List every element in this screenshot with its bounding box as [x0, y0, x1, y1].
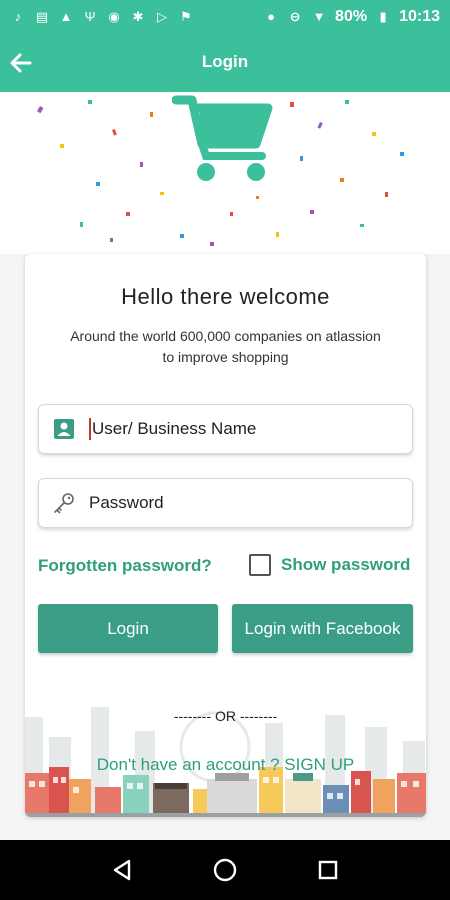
show-password-checkbox[interactable]: [249, 554, 271, 576]
back-triangle-icon: [113, 859, 130, 881]
warning-icon: ▲: [59, 9, 73, 24]
nav-home-button[interactable]: [205, 850, 245, 890]
show-password-label[interactable]: Show password: [281, 555, 410, 575]
shopping-cart-icon: [172, 95, 273, 181]
login-button[interactable]: Login: [38, 604, 218, 653]
login-card: Hello there welcome Around the world 600…: [25, 254, 426, 817]
system-status: ● ⊖ ▼ 80% ▮ 10:13: [263, 8, 440, 26]
tiktok-icon: ♪: [14, 9, 22, 24]
location-icon: ●: [267, 9, 275, 24]
nav-back-button[interactable]: [102, 850, 142, 890]
password-input[interactable]: [89, 493, 389, 513]
signup-link[interactable]: Don't have an account ? SIGN UP: [25, 755, 426, 775]
text-cursor: [89, 418, 91, 440]
subtitle-line-1: Around the world 600,000 companies on at…: [70, 328, 381, 344]
status-bar: ♪ ▤ ▲ Ψ ◉ ✱ ▷ ⚑ ● ⊖ ▼ 80% ▮ 10:13: [0, 0, 450, 34]
app-icon: ◉: [108, 9, 120, 24]
clock: 10:13: [399, 8, 440, 25]
home-circle-icon: [213, 858, 237, 882]
username-field[interactable]: [38, 404, 413, 454]
password-field[interactable]: [38, 478, 413, 528]
page-title: Login: [201, 52, 249, 71]
app-bar: Login: [0, 34, 450, 92]
hero-banner: [0, 92, 450, 254]
wifi-icon: ▼: [312, 9, 326, 24]
recents-square-icon: [319, 860, 338, 880]
welcome-heading: Hello there welcome: [121, 284, 330, 309]
username-input[interactable]: [92, 419, 392, 439]
nav-recents-button[interactable]: [308, 850, 348, 890]
battery-level: 80%: [335, 8, 368, 25]
show-password-toggle[interactable]: Show password: [249, 554, 410, 576]
battery-icon: ▮: [379, 9, 387, 24]
usb-icon: Ψ: [84, 9, 96, 24]
club-icon: ✱: [132, 9, 144, 24]
or-divider: -------- OR --------: [173, 708, 278, 724]
facebook-login-button[interactable]: Login with Facebook: [232, 604, 413, 653]
do-not-disturb-icon: ⊖: [289, 9, 301, 24]
notification-icons: ♪ ▤ ▲ Ψ ◉ ✱ ▷ ⚑: [10, 9, 194, 25]
play-store-icon: ▷: [157, 9, 167, 24]
flag-icon: ⚑: [180, 9, 192, 24]
subtitle-line-2: to improve shopping: [162, 349, 289, 365]
welcome-subtitle: Around the world 600,000 companies on at…: [45, 326, 406, 368]
key-icon: [39, 491, 89, 515]
contact-card-icon: [39, 418, 89, 440]
system-navigation-bar: [0, 840, 450, 900]
message-icon: ▤: [35, 9, 49, 24]
forgot-password-link[interactable]: Forgotten password?: [38, 556, 212, 576]
